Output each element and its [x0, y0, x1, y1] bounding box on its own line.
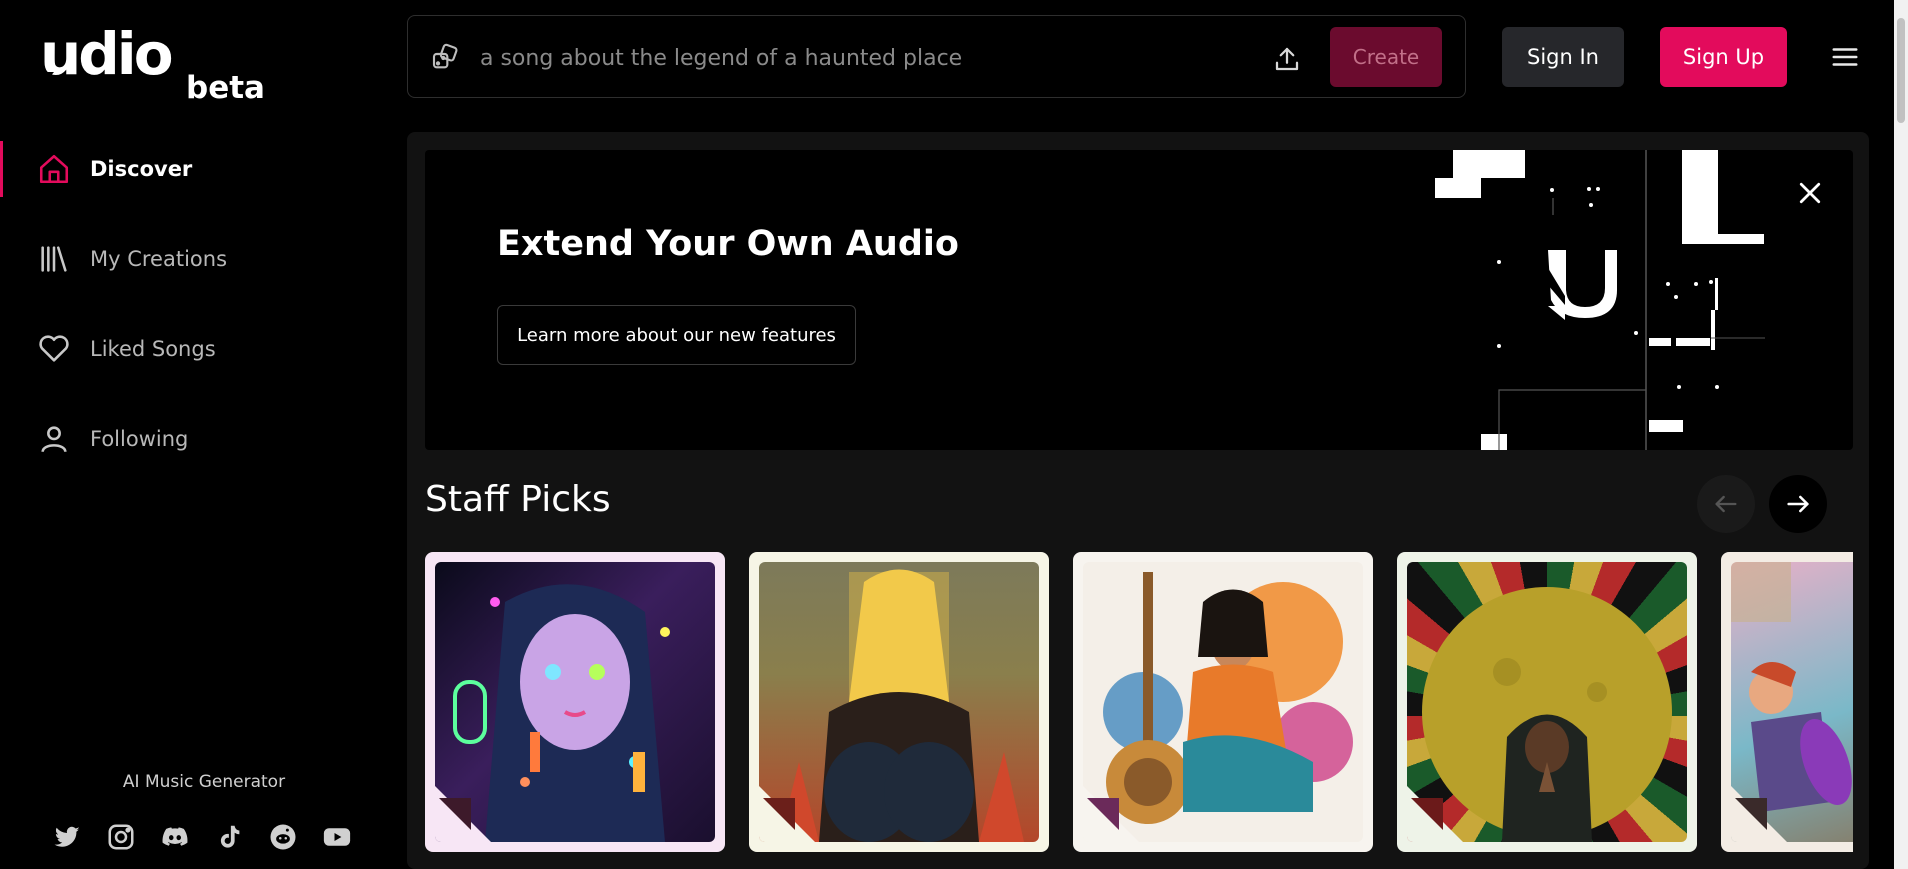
prompt-bar: Create [407, 15, 1466, 98]
song-card[interactable] [749, 552, 1049, 852]
close-icon[interactable] [1795, 178, 1825, 208]
sidebar: udio beta Discover My Creations Liked So… [0, 0, 400, 869]
sidebar-item-label: Liked Songs [90, 337, 216, 361]
song-card[interactable] [1073, 552, 1373, 852]
udio-corner-mark [1083, 786, 1139, 842]
sign-in-button[interactable]: Sign In [1502, 27, 1624, 87]
sidebar-item-liked-songs[interactable]: Liked Songs [0, 317, 400, 381]
song-cover-image [435, 562, 715, 842]
heart-icon [36, 331, 72, 367]
tiktok-icon[interactable] [212, 820, 245, 853]
udio-corner-mark [435, 786, 491, 842]
udio-corner-mark [759, 786, 815, 842]
dice-icon[interactable] [430, 42, 462, 74]
staff-picks-carousel [425, 552, 1853, 857]
youtube-icon[interactable] [320, 820, 353, 853]
page-scrollbar[interactable] [1894, 0, 1908, 869]
song-card[interactable] [1397, 552, 1697, 852]
ai-music-generator-label: AI Music Generator [122, 772, 286, 792]
carousel-next-button[interactable] [1769, 475, 1827, 533]
staff-picks-title: Staff Picks [425, 479, 611, 520]
library-icon [36, 241, 72, 277]
song-cover-image [1083, 562, 1363, 842]
banner-title: Extend Your Own Audio [497, 224, 959, 264]
create-button[interactable]: Create [1330, 27, 1442, 87]
instagram-icon[interactable] [104, 820, 137, 853]
song-card[interactable] [1721, 552, 1853, 852]
arrow-left-icon [1715, 495, 1737, 513]
sidebar-item-discover[interactable]: Discover [0, 137, 400, 201]
learn-more-button[interactable]: Learn more about our new features [497, 305, 856, 365]
upload-icon[interactable] [1270, 42, 1304, 76]
sidebar-item-label: Discover [90, 157, 193, 181]
song-card[interactable] [425, 552, 725, 852]
prompt-input[interactable] [480, 38, 1240, 78]
main-content: Extend Your Own Audio Learn more about o… [407, 132, 1869, 869]
sidebar-item-label: My Creations [90, 247, 228, 271]
svg-text:udio: udio [40, 22, 172, 88]
song-cover-image [1731, 562, 1853, 842]
udio-logo[interactable]: udio beta [40, 22, 270, 102]
udio-corner-mark [1407, 786, 1463, 842]
sign-up-button[interactable]: Sign Up [1660, 27, 1787, 87]
arrow-right-icon [1787, 495, 1809, 513]
discord-icon[interactable] [158, 820, 191, 853]
beta-label: beta [186, 70, 265, 102]
sidebar-item-label: Following [90, 427, 189, 451]
carousel-prev-button[interactable] [1697, 475, 1755, 533]
song-cover-image [759, 562, 1039, 842]
home-icon [36, 151, 72, 187]
user-icon [36, 421, 72, 457]
udio-corner-mark [1731, 786, 1787, 842]
banner-pixel-art [1435, 150, 1765, 450]
social-links [50, 820, 353, 853]
sidebar-item-my-creations[interactable]: My Creations [0, 227, 400, 291]
sidebar-nav: Discover My Creations Liked Songs Follow… [0, 137, 400, 497]
song-cover-image [1407, 562, 1687, 842]
feature-banner: Extend Your Own Audio Learn more about o… [425, 150, 1853, 450]
reddit-icon[interactable] [266, 820, 299, 853]
hamburger-menu-icon[interactable] [1830, 42, 1860, 72]
sidebar-item-following[interactable]: Following [0, 407, 400, 471]
twitter-icon[interactable] [50, 820, 83, 853]
scrollbar-thumb[interactable] [1897, 18, 1905, 123]
